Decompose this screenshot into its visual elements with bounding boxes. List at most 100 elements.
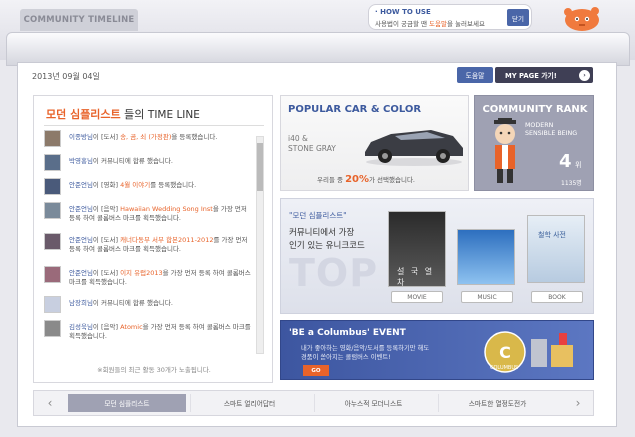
timeline-text-before: 이 [도서]: [92, 269, 121, 277]
timeline-user[interactable]: 안준언님: [69, 269, 93, 277]
chevron-right-icon[interactable]: ›: [566, 394, 590, 412]
unique-heading-line1: 커뮤니티에서 가장: [289, 228, 355, 238]
car-stat-percent: 20%: [345, 174, 369, 185]
timeline-item-text: 안준언님이 [도서] 이지 유럽2013을 가장 먼저 등록 하여 콜롬버스 마…: [69, 269, 254, 287]
avatar[interactable]: [44, 154, 61, 171]
rank-label-sensible: SENSIBLE BEING: [525, 130, 578, 137]
help-button[interactable]: 도움말: [457, 67, 493, 83]
timeline-footer-note: ※회원들의 최근 활동 30개가 노출됩니다.: [97, 366, 211, 374]
date-bar: 2013년 09월 04일 도움말 MY PAGE 가기! ›: [17, 64, 617, 86]
car-image: [365, 130, 463, 166]
avatar[interactable]: [44, 130, 61, 147]
book-cover-caption: 철학 사전: [538, 231, 566, 239]
top-watermark: TOP: [289, 251, 379, 295]
timeline-text-before: 이 [영화]: [92, 181, 121, 189]
chevron-right-icon: ›: [579, 69, 590, 81]
timeline-user[interactable]: 안준언님: [69, 205, 93, 213]
timeline-title-highlight: 모던 심플리스트: [46, 108, 121, 121]
binder-band: [6, 32, 630, 66]
help-desc-highlight: 도움말: [429, 20, 447, 28]
timeline-user[interactable]: 안준언님: [69, 236, 93, 244]
community-rank-card[interactable]: COMMUNITY RANK MODERN SENSIBLE BEING 4 위…: [474, 95, 594, 191]
close-help-button[interactable]: 닫기: [507, 9, 529, 26]
event-title: 'BE a Columbus' EVENT: [289, 328, 406, 338]
rank-number: 4: [559, 151, 572, 172]
columbus-logo-text: COLUMBUS: [490, 365, 519, 371]
timeline-user[interactable]: 이종방님: [69, 133, 93, 141]
timeline-text-before: 이 [도서]: [92, 236, 121, 244]
event-desc-line2: 경품이 쏟아지는 콜럼버스 이벤트!: [301, 354, 391, 361]
avatar[interactable]: [44, 320, 61, 337]
mypage-label: MY PAGE 가기!: [505, 72, 557, 80]
timeline-divider: [44, 125, 264, 126]
tab-modern-simplist[interactable]: 모던 심플리스트: [68, 394, 186, 412]
car-card-title: POPULAR CAR & COLOR: [288, 104, 422, 115]
event-go-button[interactable]: GO: [303, 365, 329, 376]
chevron-left-icon[interactable]: ‹: [38, 394, 62, 412]
rank-label-modern: MODERN: [525, 122, 554, 129]
timeline-user[interactable]: 안준언님: [69, 181, 93, 189]
how-to-use-bubble: · HOW TO USE 사용법이 궁금할 땐 도움말을 눌러보세요 닫기: [368, 4, 532, 30]
timeline-text-before: 이 커뮤니티에 합류 했습니다.: [92, 157, 173, 165]
avatar[interactable]: [44, 233, 61, 250]
event-desc-line1: 내가 좋아하는 영화/음악/도서를 등록하기만 해도: [301, 345, 430, 352]
timeline-item-text: 안준언님이 [음악] Hawaiian Wedding Song Inst을 가…: [69, 205, 254, 223]
timeline-item-text: 이종방님이 [도서] 송, 곰, 쇠 (가정판)을 등록했습니다.: [69, 133, 254, 142]
scroll-thumb[interactable]: [257, 143, 263, 191]
movie-poster[interactable]: 설 국 열 차: [388, 211, 446, 287]
svg-text:C: C: [499, 343, 511, 362]
timeline-user[interactable]: 김성욱님: [69, 323, 93, 331]
timeline-item-text: 김성욱님이 [음악] Atomic을 가장 먼저 등록 하여 콜롬버스 마크를 …: [69, 323, 254, 341]
car-stat-after: 가 선택했습니다.: [369, 176, 415, 184]
help-desc-before: 사용법이 궁금할 땐: [375, 20, 430, 28]
how-to-use-title: · HOW TO USE: [375, 8, 431, 16]
top-unique-code-panel: TOP "모던 심플리스트" 커뮤니티에서 가장 인기 있는 유니크코드 설 국…: [280, 198, 594, 314]
timeline-item-link[interactable]: 송, 곰, 쇠 (가정판): [120, 133, 171, 141]
timeline-title-mid: 들의: [120, 108, 148, 121]
tab-smart-passion-challenger[interactable]: 스마트한 열정도전가: [438, 394, 556, 412]
unique-tag: "모던 심플리스트": [289, 211, 347, 220]
timeline-item-text: 박영홍님이 커뮤니티에 합류 했습니다.: [69, 157, 254, 166]
timeline-item-link[interactable]: Hawaiian Wedding Song Inst: [120, 205, 213, 213]
timeline-item-text: 안준언님이 [도서] 캐너다동부 서부 합본2011-2012를 가장 먼저 등…: [69, 236, 254, 254]
columbus-event-banner[interactable]: 'BE a Columbus' EVENT 내가 좋아하는 영화/음악/도서를 …: [280, 320, 594, 380]
timeline-text-before: 이 [음악]: [92, 205, 121, 213]
avatar[interactable]: [44, 266, 61, 283]
timeline-text-after: 을 등록했습니다.: [171, 133, 218, 141]
timeline-item-link[interactable]: Atomic: [120, 323, 143, 331]
timeline-text-before: 이 커뮤니티에 합류 했습니다.: [92, 299, 173, 307]
unique-heading-line2: 인기 있는 유니크코드: [289, 241, 365, 251]
timeline-item-link[interactable]: 캐너다동부 서부 합본2011-2012: [120, 236, 213, 244]
book-category-button[interactable]: BOOK: [531, 291, 583, 303]
car-model: i40 &: [288, 134, 308, 143]
timeline-title: 모던 심플리스트 들의 TIME LINE: [46, 106, 200, 122]
timeline-scrollbar[interactable]: [256, 136, 264, 354]
mascot-icon: [564, 7, 599, 31]
movie-category-button[interactable]: MOVIE: [391, 291, 443, 303]
tab-smart-early-adopter[interactable]: 스마트 얼리어답터: [190, 394, 308, 412]
timeline-panel: 모던 심플리스트 들의 TIME LINE 이종방님이 [도서] 송, 곰, 쇠…: [33, 95, 273, 383]
character-figure-icon: [494, 118, 516, 183]
car-stat-before: 우리들 중: [317, 176, 346, 184]
timeline-title-end: TIME LINE: [147, 109, 200, 121]
rank-unit: 위: [575, 161, 582, 169]
bottom-category-nav: ‹ 모던 심플리스트 스마트 얼리어답터 아누스적 모더니스트 스마트한 열정도…: [33, 390, 594, 416]
timeline-text-before: 이 [음악]: [92, 323, 121, 331]
avatar[interactable]: [44, 202, 61, 219]
tab-janus-modernist[interactable]: 아누스적 모더니스트: [314, 394, 432, 412]
rank-title: COMMUNITY RANK: [482, 104, 588, 115]
timeline-item-link[interactable]: 이지 유럽2013: [120, 269, 163, 277]
timeline-item-link[interactable]: 4월 이야기: [120, 181, 150, 189]
timeline-user[interactable]: 박영홍님: [69, 157, 93, 165]
music-category-button[interactable]: MUSIC: [461, 291, 513, 303]
music-album-cover[interactable]: [457, 229, 515, 285]
avatar[interactable]: [44, 296, 61, 313]
avatar[interactable]: [44, 178, 61, 195]
popular-car-card[interactable]: POPULAR CAR & COLOR i40 & STONE GRAY 우리들…: [280, 95, 469, 191]
timeline-user[interactable]: 남장희님: [69, 299, 93, 307]
timeline-list: 이종방님이 [도서] 송, 곰, 쇠 (가정판)을 등록했습니다. 박영홍님이 …: [44, 130, 254, 354]
timeline-item-text: 남장희님이 커뮤니티에 합류 했습니다.: [69, 299, 254, 308]
mypage-button[interactable]: MY PAGE 가기! ›: [495, 67, 593, 83]
timeline-item-text: 안준언님이 [영화] 4월 이야기를 등록했습니다.: [69, 181, 254, 190]
book-cover[interactable]: 철학 사전: [527, 215, 585, 283]
